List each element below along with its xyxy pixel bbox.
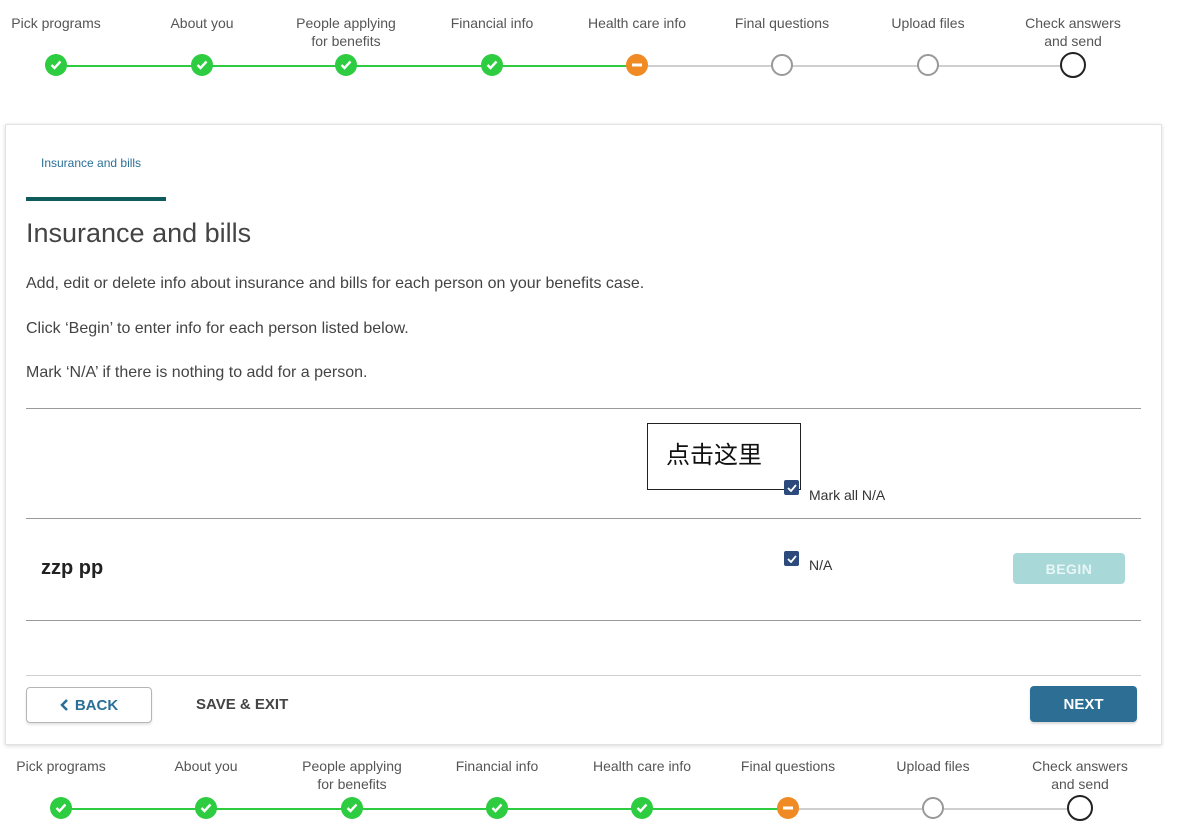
stepper-label-line: and send [1051, 776, 1109, 792]
step-pending-icon [922, 797, 944, 819]
stepper-label-line: Financial info [450, 15, 534, 31]
stepper-label-line: Final questions [734, 15, 830, 31]
stepper-label-line: People applying [302, 758, 402, 774]
stepper-label: Upload files [868, 757, 998, 775]
stepper-label-line: Upload files [891, 15, 965, 31]
stepper-connector [928, 65, 1073, 67]
breadcrumb: Insurance and bills [41, 156, 142, 170]
stepper-label: Health care info [572, 14, 702, 32]
step-complete-icon [631, 797, 653, 819]
divider [26, 518, 1141, 519]
begin-button[interactable]: BEGIN [1013, 553, 1125, 584]
step-complete-icon [191, 54, 213, 76]
checkmark-icon [786, 483, 797, 492]
insurance-bills-card: Insurance and bills Insurance and bills … [5, 124, 1162, 745]
stepper-label: Check answers and send [1008, 14, 1138, 50]
step-current-icon [777, 797, 799, 819]
stepper-connector [202, 65, 346, 67]
stepper-label-line: for benefits [311, 33, 381, 49]
step-complete-icon [335, 54, 357, 76]
stepper-label-line: and send [1044, 33, 1102, 49]
stepper-label-line: Pick programs [11, 15, 101, 31]
stepper-label: Final questions [723, 757, 853, 775]
stepper-label-line: for benefits [317, 776, 387, 792]
stepper-label: About you [137, 14, 267, 32]
stepper-connector [346, 65, 492, 67]
stepper-label: Health care info [577, 757, 707, 775]
step-complete-icon [45, 54, 67, 76]
person-na-checkbox[interactable] [784, 551, 799, 566]
stepper-connector [788, 808, 933, 810]
save-exit-link[interactable]: SAVE & EXIT [196, 696, 288, 713]
page-title: Insurance and bills [26, 218, 252, 248]
stepper-label: Financial info [432, 757, 562, 775]
stepper-label: Final questions [717, 14, 847, 32]
mark-all-na-label: Mark all N/A [809, 487, 886, 503]
instruction-begin: Click ‘Begin’ to enter info for each per… [26, 320, 409, 337]
stepper-label-line: About you [174, 758, 238, 774]
stepper-label: People applying for benefits [281, 14, 411, 50]
click-here-annotation: 点击这里 [647, 423, 801, 490]
step-complete-icon [481, 54, 503, 76]
stepper-label-line: About you [170, 15, 234, 31]
progress-stepper-bottom: Pick programs About you People applying for… [5, 757, 1187, 834]
stepper-connector [61, 808, 206, 810]
step-pending-icon [917, 54, 939, 76]
step-current-icon [626, 54, 648, 76]
stepper-label-line: Check answers [1032, 758, 1128, 774]
stepper-label-line: Health care info [592, 758, 692, 774]
stepper-label-line: Financial info [455, 758, 539, 774]
step-final-icon [1060, 52, 1086, 78]
step-complete-icon [195, 797, 217, 819]
back-label: BACK [74, 696, 119, 714]
instruction-na: Mark ‘N/A’ if there is nothing to add fo… [26, 364, 368, 381]
stepper-label: About you [141, 757, 271, 775]
step-pending-icon [771, 54, 793, 76]
stepper-connector [637, 65, 782, 67]
divider [26, 620, 1141, 621]
stepper-connector [352, 808, 497, 810]
back-button[interactable]: BACK [26, 687, 152, 723]
divider [26, 675, 1141, 676]
step-complete-icon [486, 797, 508, 819]
stepper-label: People applying for benefits [287, 757, 417, 793]
stepper-connector [782, 65, 928, 67]
mark-all-na-checkbox[interactable] [784, 480, 799, 495]
step-final-icon [1067, 795, 1093, 821]
stepper-label: Pick programs [0, 757, 126, 775]
stepper-label: Financial info [427, 14, 557, 32]
step-complete-icon [341, 797, 363, 819]
person-na-label: N/A [809, 557, 833, 573]
progress-stepper-top: Pick programs About you People applying for… [0, 14, 1187, 104]
stepper-label-line: Upload files [896, 758, 970, 774]
stepper-connector [56, 65, 202, 67]
stepper-label-line: Pick programs [16, 758, 106, 774]
stepper-label-line: Final questions [740, 758, 836, 774]
stepper-label: Upload files [863, 14, 993, 32]
stepper-label: Check answers and send [1015, 757, 1145, 793]
stepper-label: Pick programs [0, 14, 121, 32]
section-accent-bar [26, 197, 166, 201]
stepper-connector [492, 65, 637, 67]
checkmark-icon [786, 554, 797, 563]
step-complete-icon [50, 797, 72, 819]
stepper-connector [497, 808, 642, 810]
stepper-label-line: Check answers [1025, 15, 1121, 31]
stepper-label-line: People applying [296, 15, 396, 31]
stepper-connector [206, 808, 352, 810]
person-name: zzp pp [41, 557, 104, 579]
stepper-connector [642, 808, 788, 810]
chevron-left-icon [60, 699, 68, 711]
divider [26, 408, 1141, 409]
stepper-connector [933, 808, 1080, 810]
stepper-label-line: Health care info [587, 15, 687, 31]
intro-paragraph: Add, edit or delete info about insurance… [26, 275, 645, 292]
next-button[interactable]: NEXT [1030, 686, 1137, 722]
